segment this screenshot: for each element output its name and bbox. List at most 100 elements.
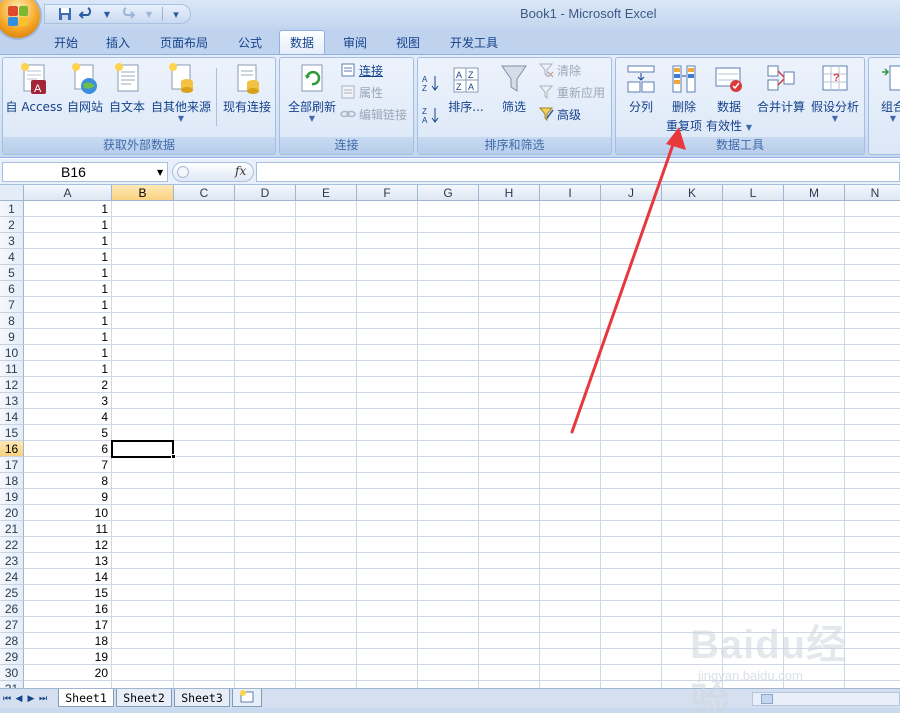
cell-m19[interactable] [784, 489, 845, 505]
cell-c27[interactable] [174, 617, 235, 633]
cell-i31[interactable] [540, 681, 601, 688]
cell-c15[interactable] [174, 425, 235, 441]
cell-d21[interactable] [235, 521, 296, 537]
cell-f20[interactable] [357, 505, 418, 521]
cell-m15[interactable] [784, 425, 845, 441]
cell-g2[interactable] [418, 217, 479, 233]
cell-j17[interactable] [601, 457, 662, 473]
cell-j29[interactable] [601, 649, 662, 665]
cell-b7[interactable] [112, 297, 174, 313]
cell-i22[interactable] [540, 537, 601, 553]
cell-g25[interactable] [418, 585, 479, 601]
clear-button[interactable]: 清除 [538, 60, 581, 80]
cell-a12[interactable]: 2 [24, 377, 112, 393]
cell-d19[interactable] [235, 489, 296, 505]
cell-h20[interactable] [479, 505, 540, 521]
cell-g29[interactable] [418, 649, 479, 665]
column-header-b[interactable]: B [112, 185, 174, 201]
advanced-button[interactable]: 高级 [538, 104, 581, 124]
cell-e22[interactable] [296, 537, 357, 553]
cell-c21[interactable] [174, 521, 235, 537]
cell-e18[interactable] [296, 473, 357, 489]
cell-c7[interactable] [174, 297, 235, 313]
row-header-20[interactable]: 20 [0, 505, 24, 521]
cell-n19[interactable] [845, 489, 900, 505]
cell-b5[interactable] [112, 265, 174, 281]
cell-a23[interactable]: 13 [24, 553, 112, 569]
cell-m18[interactable] [784, 473, 845, 489]
cell-b4[interactable] [112, 249, 174, 265]
cell-g9[interactable] [418, 329, 479, 345]
column-header-c[interactable]: C [174, 185, 235, 201]
cell-e31[interactable] [296, 681, 357, 688]
cell-m17[interactable] [784, 457, 845, 473]
cell-n13[interactable] [845, 393, 900, 409]
cell-f5[interactable] [357, 265, 418, 281]
cell-g18[interactable] [418, 473, 479, 489]
cell-c4[interactable] [174, 249, 235, 265]
cell-k1[interactable] [662, 201, 723, 217]
row-header-10[interactable]: 10 [0, 345, 24, 361]
cell-b19[interactable] [112, 489, 174, 505]
cell-k14[interactable] [662, 409, 723, 425]
cell-i20[interactable] [540, 505, 601, 521]
cell-j16[interactable] [601, 441, 662, 457]
cell-a16[interactable]: 6 [24, 441, 112, 457]
cell-b23[interactable] [112, 553, 174, 569]
cell-h28[interactable] [479, 633, 540, 649]
cell-f4[interactable] [357, 249, 418, 265]
cell-a26[interactable]: 16 [24, 601, 112, 617]
cell-i15[interactable] [540, 425, 601, 441]
formula-input[interactable] [256, 162, 900, 182]
cell-b13[interactable] [112, 393, 174, 409]
cell-e17[interactable] [296, 457, 357, 473]
cell-f11[interactable] [357, 361, 418, 377]
cell-c16[interactable] [174, 441, 235, 457]
cell-m6[interactable] [784, 281, 845, 297]
cell-c26[interactable] [174, 601, 235, 617]
cell-g12[interactable] [418, 377, 479, 393]
cell-h25[interactable] [479, 585, 540, 601]
cell-i5[interactable] [540, 265, 601, 281]
cell-f30[interactable] [357, 665, 418, 681]
row-header-27[interactable]: 27 [0, 617, 24, 633]
cell-i23[interactable] [540, 553, 601, 569]
cell-h12[interactable] [479, 377, 540, 393]
cell-j7[interactable] [601, 297, 662, 313]
cell-d7[interactable] [235, 297, 296, 313]
first-sheet-icon[interactable]: ⏮ [2, 692, 12, 706]
cell-h29[interactable] [479, 649, 540, 665]
cell-e27[interactable] [296, 617, 357, 633]
cell-b24[interactable] [112, 569, 174, 585]
cell-m13[interactable] [784, 393, 845, 409]
cell-e29[interactable] [296, 649, 357, 665]
column-header-i[interactable]: I [540, 185, 601, 201]
cell-n6[interactable] [845, 281, 900, 297]
cell-m1[interactable] [784, 201, 845, 217]
cell-e5[interactable] [296, 265, 357, 281]
cell-j6[interactable] [601, 281, 662, 297]
name-box[interactable]: B16 [2, 162, 168, 182]
cell-b3[interactable] [112, 233, 174, 249]
cell-f25[interactable] [357, 585, 418, 601]
cell-j1[interactable] [601, 201, 662, 217]
cell-f21[interactable] [357, 521, 418, 537]
last-sheet-icon[interactable]: ⏭ [38, 692, 48, 706]
tab-insert[interactable]: 插入 [96, 30, 140, 54]
cell-e13[interactable] [296, 393, 357, 409]
from-access-button[interactable]: A 自 Access [5, 62, 63, 115]
cell-a15[interactable]: 5 [24, 425, 112, 441]
cell-g23[interactable] [418, 553, 479, 569]
cell-n2[interactable] [845, 217, 900, 233]
cell-n17[interactable] [845, 457, 900, 473]
cell-m16[interactable] [784, 441, 845, 457]
cell-h1[interactable] [479, 201, 540, 217]
cell-f15[interactable] [357, 425, 418, 441]
cell-j14[interactable] [601, 409, 662, 425]
cell-b6[interactable] [112, 281, 174, 297]
cell-l24[interactable] [723, 569, 784, 585]
cell-l9[interactable] [723, 329, 784, 345]
cell-j4[interactable] [601, 249, 662, 265]
cell-a5[interactable]: 1 [24, 265, 112, 281]
cell-i16[interactable] [540, 441, 601, 457]
